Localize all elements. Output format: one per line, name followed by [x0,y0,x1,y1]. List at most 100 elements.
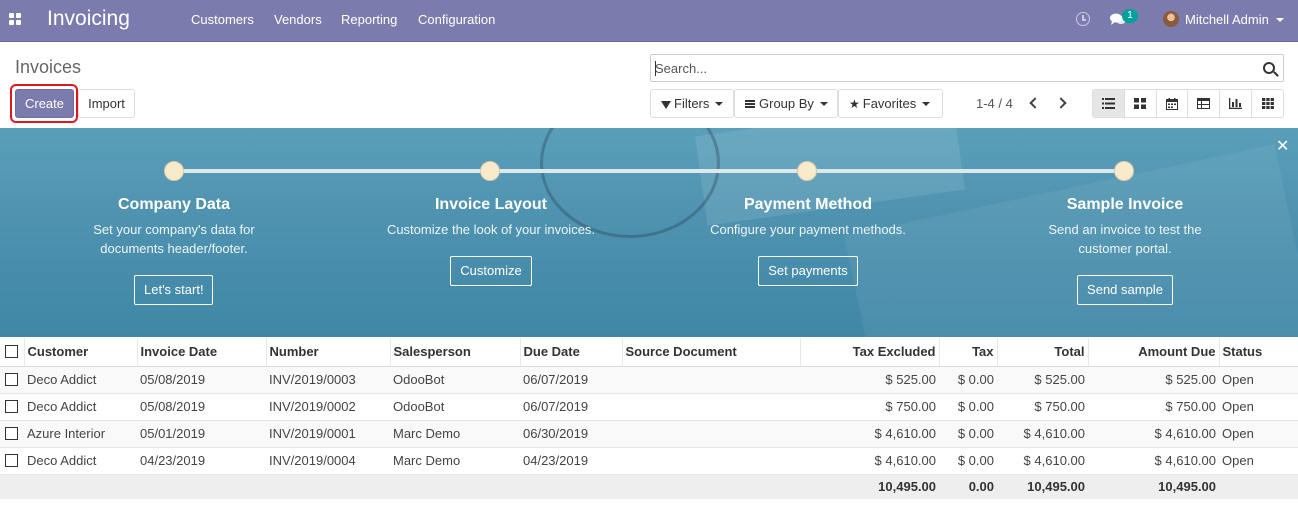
menu-reporting[interactable]: Reporting [341,12,397,27]
grid-icon [1261,98,1274,109]
column-header-status[interactable]: Status [1219,338,1298,367]
graph-view-button[interactable] [1220,90,1253,117]
table-row[interactable]: Azure Interior 05/01/2019 INV/2019/0001 … [0,420,1298,448]
group-by-bars-icon [745,100,755,108]
totals-empty-cell [390,474,520,499]
cell-tax-excluded: $ 4,610.00 [800,420,939,448]
menu-configuration[interactable]: Configuration [418,12,495,27]
step-description: Set your company's data for [93,222,255,237]
cell-amount-due: $ 750.00 [1088,393,1219,421]
row-checkbox[interactable] [5,427,18,440]
cell-customer: Deco Addict [24,447,137,475]
cell-salesperson: OdooBot [390,366,520,394]
grid-view-button[interactable] [1252,90,1283,117]
pager-value[interactable]: 1-4 / 4 [976,96,1013,111]
search-text-cursor [655,61,656,76]
cell-customer: Deco Addict [24,393,137,421]
top-navbar: Invoicing Customers Vendors Reporting Co… [0,0,1298,42]
user-menu-caret-icon[interactable] [1276,18,1284,22]
step-description: documents header/footer. [100,241,248,256]
kanban-view-button[interactable] [1125,90,1157,117]
pager-previous-icon[interactable] [1027,95,1041,111]
activity-clock-icon[interactable] [1076,12,1090,26]
column-header-total[interactable]: Total [997,338,1089,367]
row-checkbox[interactable] [5,373,18,386]
filters-button[interactable]: Filters [650,89,734,118]
totals-empty-cell [137,474,266,499]
favorites-button[interactable]: ★ Favorites [838,89,943,118]
customize-button[interactable]: Customize [450,256,532,286]
cell-due-date: 06/07/2019 [520,366,622,394]
favorites-label: Favorites [862,96,917,111]
cell-total: $ 525.00 [997,366,1088,394]
apps-menu-icon[interactable] [9,13,23,27]
column-header-invoice-date[interactable]: Invoice Date [137,338,267,367]
cell-due-date: 04/23/2019 [520,447,622,475]
table-row[interactable]: Deco Addict 05/08/2019 INV/2019/0002 Odo… [0,393,1298,421]
pivot-view-button[interactable] [1188,90,1221,117]
calendar-view-button[interactable] [1157,90,1189,117]
row-select-cell [0,393,24,421]
column-header-amount-due[interactable]: Amount Due [1088,338,1220,367]
cell-source-document [622,366,800,394]
menu-customers[interactable]: Customers [191,12,254,27]
row-checkbox[interactable] [5,454,18,467]
cell-number: INV/2019/0003 [266,366,390,394]
cell-amount-due: $ 4,610.00 [1088,420,1219,448]
cell-status: Open [1219,366,1298,394]
totals-empty-cell [266,474,390,499]
close-banner-icon[interactable]: ✕ [1276,136,1289,156]
chevron-down-icon [715,102,724,106]
total-tax-excluded: 10,495.00 [800,474,939,499]
list-view-button[interactable] [1093,90,1125,117]
cell-source-document [622,447,800,475]
lets-start-button[interactable]: Let's start! [134,275,213,305]
cell-source-document [622,393,800,421]
search-icon[interactable] [1263,62,1275,74]
step-description: customer portal. [1078,241,1172,256]
cell-total: $ 4,610.00 [997,420,1088,448]
select-all-checkbox[interactable] [5,345,18,359]
pivot-table-icon [1197,98,1211,109]
create-button[interactable]: Create [15,89,74,118]
column-header-due-date[interactable]: Due Date [520,338,623,367]
cell-invoice-date: 05/01/2019 [137,420,266,448]
cell-amount-due: $ 525.00 [1088,366,1219,394]
chat-counter-badge: 1 [1122,9,1138,23]
set-payments-button[interactable]: Set payments [758,256,858,286]
step-description: Configure your payment methods. [710,222,906,237]
search-input[interactable] [655,59,1250,78]
column-header-tax-excluded[interactable]: Tax Excluded [800,338,940,367]
step-title: Sample Invoice [1066,196,1184,213]
send-sample-button[interactable]: Send sample [1077,275,1173,305]
user-menu-name[interactable]: Mitchell Admin [1185,12,1269,27]
row-checkbox[interactable] [5,400,18,413]
import-button[interactable]: Import [78,89,135,118]
user-avatar[interactable] [1163,11,1179,27]
app-title: Invoicing [47,7,130,30]
column-header-customer[interactable]: Customer [24,338,138,367]
step-dot-sample-invoice [1114,161,1134,181]
cell-total: $ 750.00 [997,393,1088,421]
select-all-cell [0,338,25,367]
filters-label: Filters [674,96,710,111]
cell-amount-due: $ 4,610.00 [1088,447,1219,475]
column-header-source-document[interactable]: Source Document [622,338,801,367]
cell-customer: Deco Addict [24,366,137,394]
column-header-number[interactable]: Number [266,338,391,367]
column-header-salesperson[interactable]: Salesperson [390,338,521,367]
step-dot-company-data [164,161,184,181]
step-description: Customize the look of your invoices. [386,222,596,237]
cell-status: Open [1219,447,1298,475]
table-row[interactable]: Deco Addict 05/08/2019 INV/2019/0003 Odo… [0,366,1298,394]
cell-source-document [622,420,800,448]
table-totals-row: 10,495.00 0.00 10,495.00 10,495.00 [0,474,1298,499]
step-dot-payment-method [797,161,817,181]
pager-next-icon[interactable] [1055,95,1069,111]
column-header-tax[interactable]: Tax [939,338,998,367]
table-row[interactable]: Deco Addict 04/23/2019 INV/2019/0004 Mar… [0,447,1298,475]
filter-funnel-icon [661,101,671,109]
menu-vendors[interactable]: Vendors [274,12,322,27]
total-total: 10,495.00 [997,474,1088,499]
group-by-button[interactable]: Group By [734,89,838,118]
